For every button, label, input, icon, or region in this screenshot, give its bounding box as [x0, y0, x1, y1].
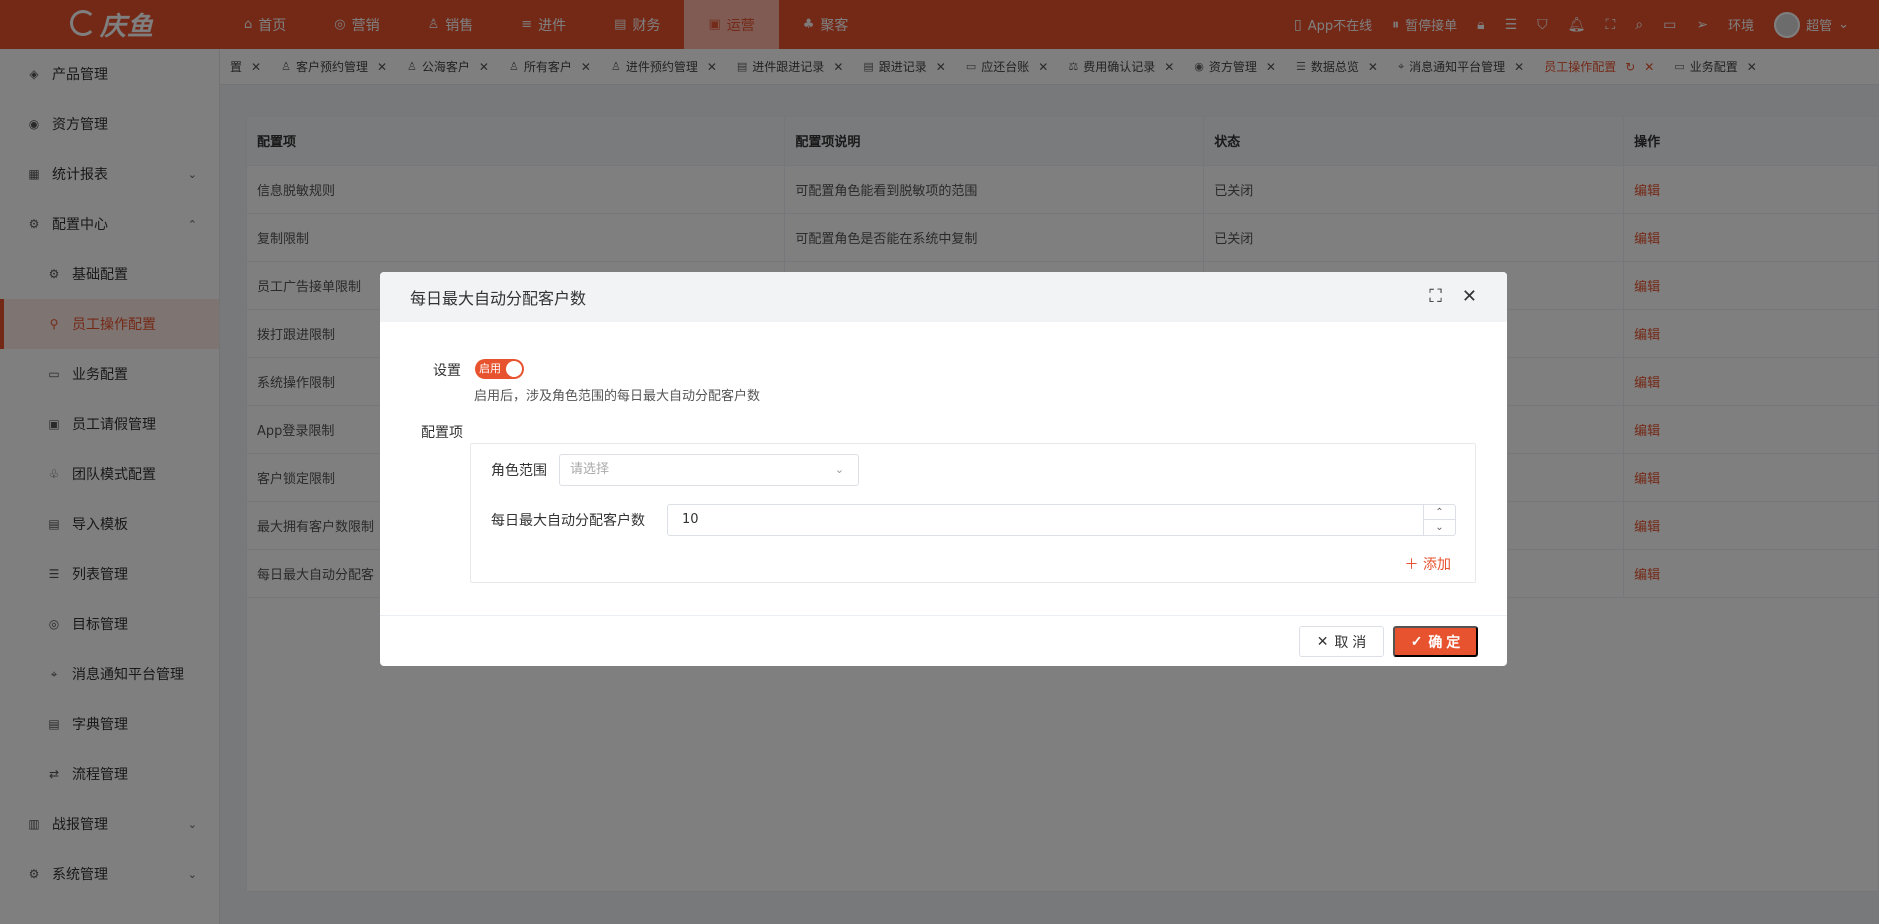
confirm-button[interactable]: ✓ 确 定	[1393, 626, 1478, 657]
dialog-footer: ✕ 取 消 ✓ 确 定	[380, 615, 1507, 666]
role-range-label: 角色范围	[491, 463, 547, 479]
add-config-button[interactable]: ＋ 添加	[1405, 554, 1451, 574]
config-items-label: 配置项	[421, 425, 463, 441]
switch-hint: 启用后，涉及角色范围的每日最大自动分配客户数	[474, 389, 761, 404]
close-icon[interactable]: ✕	[1462, 286, 1477, 307]
config-dialog: 每日最大自动分配客户数 ⛶ ✕ 设置 启用 启用后，涉及角色范围的每日最大自动分…	[380, 272, 1507, 666]
dialog-title: 每日最大自动分配客户数	[410, 289, 587, 308]
plus-icon: ＋	[1404, 557, 1419, 573]
dialog-body: 设置 启用 启用后，涉及角色范围的每日最大自动分配客户数 配置项 角色范围 请选…	[380, 322, 1507, 615]
number-stepper: ⌃ ⌄	[1423, 505, 1455, 535]
max-assign-label: 每日最大自动分配客户数	[491, 513, 645, 529]
increment-icon[interactable]: ⌃	[1424, 505, 1455, 520]
dialog-header: 每日最大自动分配客户数 ⛶ ✕	[380, 272, 1507, 322]
config-item-box: 角色范围 请选择 ⌄ 每日最大自动分配客户数 10 ⌃ ⌄ ＋ 添加	[470, 443, 1476, 583]
enable-switch[interactable]: 启用	[475, 359, 524, 379]
decrement-icon[interactable]: ⌄	[1424, 520, 1455, 535]
role-range-select[interactable]: 请选择 ⌄	[559, 454, 859, 486]
max-assign-input[interactable]: 10 ⌃ ⌄	[667, 504, 1456, 536]
check-icon: ✓	[1410, 633, 1423, 649]
setting-label: 设置	[433, 363, 461, 379]
chevron-down-icon: ⌄	[834, 463, 844, 476]
cancel-button[interactable]: ✕ 取 消	[1299, 626, 1384, 657]
close-icon: ✕	[1316, 633, 1329, 649]
maximize-icon[interactable]: ⛶	[1429, 286, 1442, 307]
